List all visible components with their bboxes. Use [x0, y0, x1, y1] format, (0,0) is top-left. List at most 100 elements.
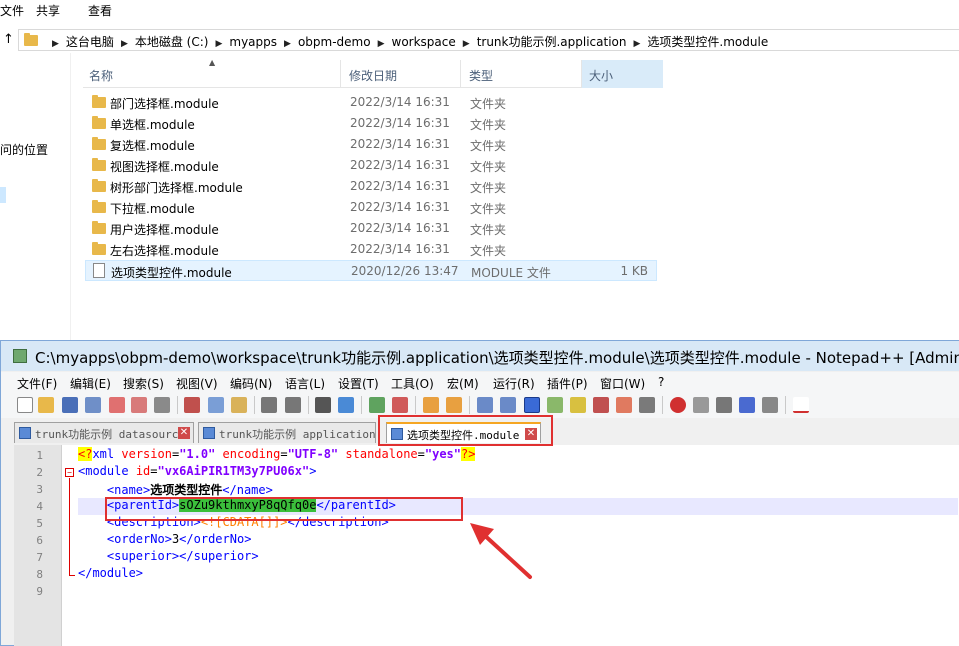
paste-icon[interactable]: [231, 397, 247, 413]
tab-datasource[interactable]: trunk功能示例 datasource ✕: [14, 422, 194, 443]
chevron-right-icon[interactable]: ▶: [215, 39, 222, 49]
menu-encoding[interactable]: 编码(N): [230, 375, 272, 392]
column-name[interactable]: 名称: [89, 67, 113, 84]
save-icon[interactable]: [62, 397, 78, 413]
menu-tools[interactable]: 工具(O): [391, 375, 434, 392]
undo-icon[interactable]: [261, 397, 277, 413]
menu-window[interactable]: 窗口(W): [600, 375, 645, 392]
column-divider[interactable]: [460, 60, 461, 88]
menu-help[interactable]: ?: [658, 375, 664, 389]
list-item[interactable]: 左右选择框.module 2022/3/14 16:31 文件夹: [85, 239, 657, 260]
chevron-right-icon[interactable]: ▶: [284, 39, 291, 49]
up-arrow-icon[interactable]: ↑: [3, 32, 14, 47]
record-macro-icon[interactable]: [670, 397, 686, 413]
ribbon-tab-view[interactable]: 查看: [88, 2, 112, 19]
fold-minus-icon[interactable]: −: [65, 468, 74, 477]
save-icon: [203, 427, 215, 439]
play-macro-icon[interactable]: [716, 397, 732, 413]
zoom-in-icon[interactable]: [369, 397, 385, 413]
indent-guide-icon[interactable]: [524, 397, 540, 413]
column-size[interactable]: 大小: [582, 60, 663, 88]
menu-view[interactable]: 视图(V): [176, 375, 218, 392]
toolbar-separator: [415, 396, 416, 414]
list-item[interactable]: 用户选择框.module 2022/3/14 16:31 文件夹: [85, 218, 657, 239]
close-icon[interactable]: ✕: [525, 428, 537, 440]
nav-item-recent-places[interactable]: 问的位置: [0, 141, 48, 158]
selected-parent-id[interactable]: sOZu9kthmxyP8qQfq0e: [179, 498, 317, 512]
folder-workspace-icon[interactable]: [616, 397, 632, 413]
tab-label: trunk功能示例 application: [219, 428, 376, 441]
open-file-icon[interactable]: [38, 397, 54, 413]
fold-line: [69, 478, 70, 576]
column-type[interactable]: 类型: [469, 67, 493, 84]
find-icon[interactable]: [315, 397, 331, 413]
sync-vertical-icon[interactable]: [423, 397, 439, 413]
crumb-myapps[interactable]: myapps: [229, 35, 277, 49]
document-map-icon[interactable]: [570, 397, 586, 413]
column-modified[interactable]: 修改日期: [349, 67, 397, 84]
nav-item-selected[interactable]: [0, 187, 6, 203]
sync-horizontal-icon[interactable]: [446, 397, 462, 413]
cut-icon[interactable]: [184, 397, 200, 413]
tab-module-active[interactable]: 选项类型控件.module ✕: [386, 422, 541, 443]
crumb-local-disk[interactable]: 本地磁盘 (C:): [135, 35, 209, 49]
chevron-right-icon[interactable]: ▶: [634, 39, 641, 49]
crumb-this-pc[interactable]: 这台电脑: [66, 35, 114, 49]
list-item[interactable]: 部门选择框.module 2022/3/14 16:31 文件夹: [85, 92, 657, 113]
list-item[interactable]: 下拉框.module 2022/3/14 16:31 文件夹: [85, 197, 657, 218]
chevron-right-icon[interactable]: ▶: [378, 39, 385, 49]
monitoring-icon[interactable]: [639, 397, 655, 413]
xml-tag: <orderNo>: [106, 532, 172, 546]
save-macro-icon[interactable]: [762, 397, 778, 413]
chevron-right-icon[interactable]: ▶: [52, 39, 59, 49]
line-number: 4: [36, 500, 43, 513]
column-divider[interactable]: [340, 60, 341, 88]
list-item[interactable]: 单选框.module 2022/3/14 16:31 文件夹: [85, 113, 657, 134]
replace-icon[interactable]: [338, 397, 354, 413]
udl-icon[interactable]: [547, 397, 563, 413]
crumb-workspace[interactable]: workspace: [392, 35, 456, 49]
save-all-icon[interactable]: [85, 397, 101, 413]
new-file-icon[interactable]: [17, 397, 33, 413]
xml-pi-open: <?: [78, 447, 93, 461]
menu-file[interactable]: 文件(F): [17, 375, 57, 392]
list-item[interactable]: 复选框.module 2022/3/14 16:31 文件夹: [85, 134, 657, 155]
tab-label: trunk功能示例 datasource: [35, 428, 185, 441]
zoom-out-icon[interactable]: [392, 397, 408, 413]
run-macro-multiple-icon[interactable]: [739, 397, 755, 413]
title-bar[interactable]: C:\myapps\obpm-demo\workspace\trunk功能示例.…: [1, 341, 959, 371]
crumb-application[interactable]: trunk功能示例.application: [477, 35, 627, 49]
function-list-icon[interactable]: [593, 397, 609, 413]
redo-icon[interactable]: [285, 397, 301, 413]
address-box[interactable]: ▶ 这台电脑 ▶ 本地磁盘 (C:) ▶ myapps ▶ obpm-demo ▶ workspa…: [18, 29, 959, 51]
stop-macro-icon[interactable]: [693, 397, 709, 413]
menu-plugins[interactable]: 插件(P): [547, 375, 588, 392]
copy-icon[interactable]: [208, 397, 224, 413]
chevron-right-icon[interactable]: ▶: [463, 39, 470, 49]
ribbon-tab-share[interactable]: 共享: [36, 2, 60, 19]
list-item[interactable]: 树形部门选择框.module 2022/3/14 16:31 文件夹: [85, 176, 657, 197]
close-all-icon[interactable]: [131, 397, 147, 413]
menu-edit[interactable]: 编辑(E): [70, 375, 111, 392]
ribbon-tabs: 文件 共享 查看: [0, 0, 959, 22]
list-item[interactable]: 视图选择框.module 2022/3/14 16:31 文件夹: [85, 155, 657, 176]
list-item-selected[interactable]: 选项类型控件.module 2020/12/26 13:47 MODULE 文件…: [85, 260, 657, 281]
crumb-obpm-demo[interactable]: obpm-demo: [298, 35, 371, 49]
menu-macro[interactable]: 宏(M): [447, 375, 479, 392]
show-all-characters-icon[interactable]: [500, 397, 516, 413]
file-name: 部门选择框.module: [110, 97, 219, 111]
spell-check-icon[interactable]: [793, 397, 809, 413]
menu-settings[interactable]: 设置(T): [338, 375, 379, 392]
ribbon-tab-file[interactable]: 文件: [0, 2, 24, 19]
chevron-right-icon[interactable]: ▶: [121, 39, 128, 49]
menu-run[interactable]: 运行(R): [493, 375, 535, 392]
close-icon[interactable]: ✕: [178, 427, 190, 439]
crumb-module[interactable]: 选项类型控件.module: [647, 35, 768, 49]
menu-search[interactable]: 搜索(S): [123, 375, 164, 392]
tab-application[interactable]: trunk功能示例 application: [198, 422, 376, 443]
xml-tag: </module>: [78, 566, 144, 580]
print-icon[interactable]: [154, 397, 170, 413]
close-icon[interactable]: [109, 397, 125, 413]
menu-language[interactable]: 语言(L): [285, 375, 325, 392]
word-wrap-icon[interactable]: [477, 397, 493, 413]
